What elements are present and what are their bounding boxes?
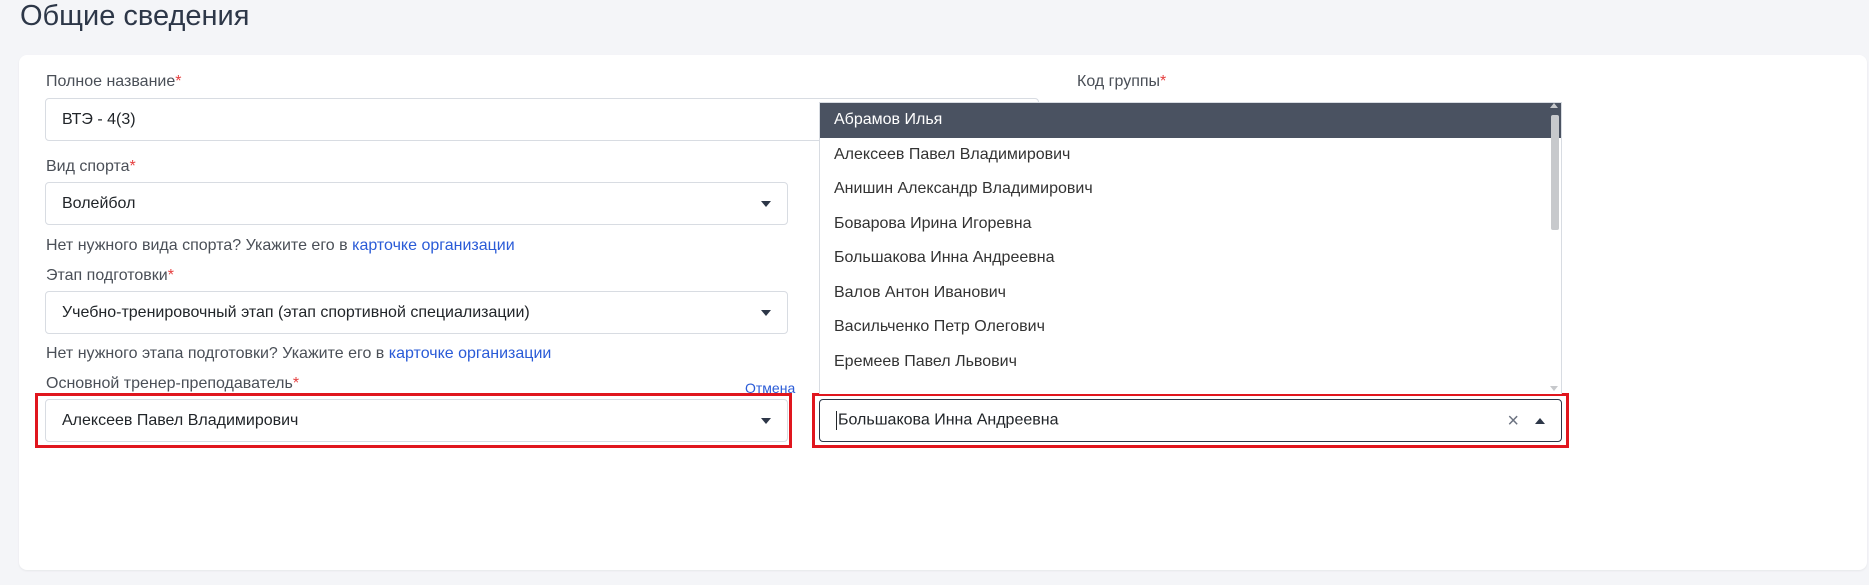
dropdown-option[interactable]: Большакова Инна Андреевна <box>820 241 1561 276</box>
full-name-label: Полное название* <box>46 73 181 91</box>
coach-label-text: Основной тренер-преподаватель <box>46 375 293 392</box>
dropdown-option[interactable]: Еремеев Павел Львович <box>820 345 1561 380</box>
stage-hint: Нет нужного этапа подготовки? Укажите ег… <box>46 345 551 363</box>
stage-select[interactable]: Учебно-тренировочный этап (этап спортивн… <box>45 291 788 334</box>
scroll-up-icon[interactable] <box>1550 103 1558 108</box>
group-code-label: Код группы* <box>1077 73 1166 91</box>
required-mark: * <box>1160 73 1167 90</box>
full-name-label-text: Полное название <box>46 73 176 90</box>
required-mark: * <box>167 267 174 284</box>
stage-hint-text: Нет нужного этапа подготовки? Укажите ег… <box>46 345 389 362</box>
required-mark: * <box>292 375 300 392</box>
dropdown-option[interactable]: Боварова Ирина Игоревна <box>820 207 1561 242</box>
dropdown-option[interactable]: Валов Антон Иванович <box>820 276 1561 311</box>
chevron-up-icon[interactable] <box>1535 417 1545 424</box>
sport-label-text: Вид спорта <box>46 158 130 175</box>
scrollbar[interactable] <box>1551 115 1559 230</box>
coach-value: Алексеев Павел Владимирович <box>62 411 299 429</box>
text-cursor <box>836 411 837 430</box>
coach-select[interactable]: Алексеев Павел Владимирович <box>45 399 788 442</box>
dropdown-option[interactable]: Абрамов Илья <box>820 103 1561 138</box>
dropdown-option[interactable]: Васильченко Петр Олегович <box>820 310 1561 345</box>
page-title: Общие сведения <box>20 0 250 32</box>
sport-select[interactable]: Волейбол <box>45 182 788 225</box>
sport-hint: Нет нужного вида спорта? Укажите его в к… <box>46 237 515 255</box>
cancel-link[interactable]: Отмена <box>745 380 795 396</box>
dropdown-option[interactable]: Алексеев Павел Владимирович <box>820 138 1561 173</box>
organization-card-link[interactable]: карточке организации <box>352 237 515 254</box>
required-mark: * <box>129 158 136 175</box>
required-mark: * <box>175 73 182 90</box>
chevron-down-icon <box>761 417 771 424</box>
second-coach-search-input[interactable]: Большакова Инна Андреевна × <box>819 399 1562 442</box>
second-coach-value-text: Большакова Инна Андреевна <box>838 411 1059 429</box>
stage-label: Этап подготовки* <box>46 267 174 285</box>
options-container: Абрамов Илья Алексеев Павел Владимирович А… <box>820 103 1561 379</box>
second-coach-value: Большакова Инна Андреевна <box>836 411 1507 430</box>
organization-card-link[interactable]: карточке организации <box>389 345 552 362</box>
sport-label: Вид спорта* <box>46 158 136 176</box>
stage-value: Учебно-тренировочный этап (этап спортивн… <box>62 303 530 321</box>
coach-dropdown-list: Абрамов Илья Алексеев Павел Владимирович А… <box>819 102 1562 394</box>
coach-label: Основной тренер-преподаватель* <box>46 375 299 393</box>
chevron-down-icon <box>761 309 771 316</box>
sport-hint-text: Нет нужного вида спорта? Укажите его в <box>46 237 353 254</box>
group-code-label-text: Код группы <box>1077 73 1161 90</box>
sport-value: Волейбол <box>62 194 136 212</box>
scroll-down-icon[interactable] <box>1550 386 1558 391</box>
dropdown-option[interactable]: Анишин Александр Владимирович <box>820 172 1561 207</box>
stage-label-text: Этап подготовки <box>46 267 168 284</box>
chevron-down-icon <box>761 200 771 207</box>
clear-icon[interactable]: × <box>1507 411 1519 431</box>
